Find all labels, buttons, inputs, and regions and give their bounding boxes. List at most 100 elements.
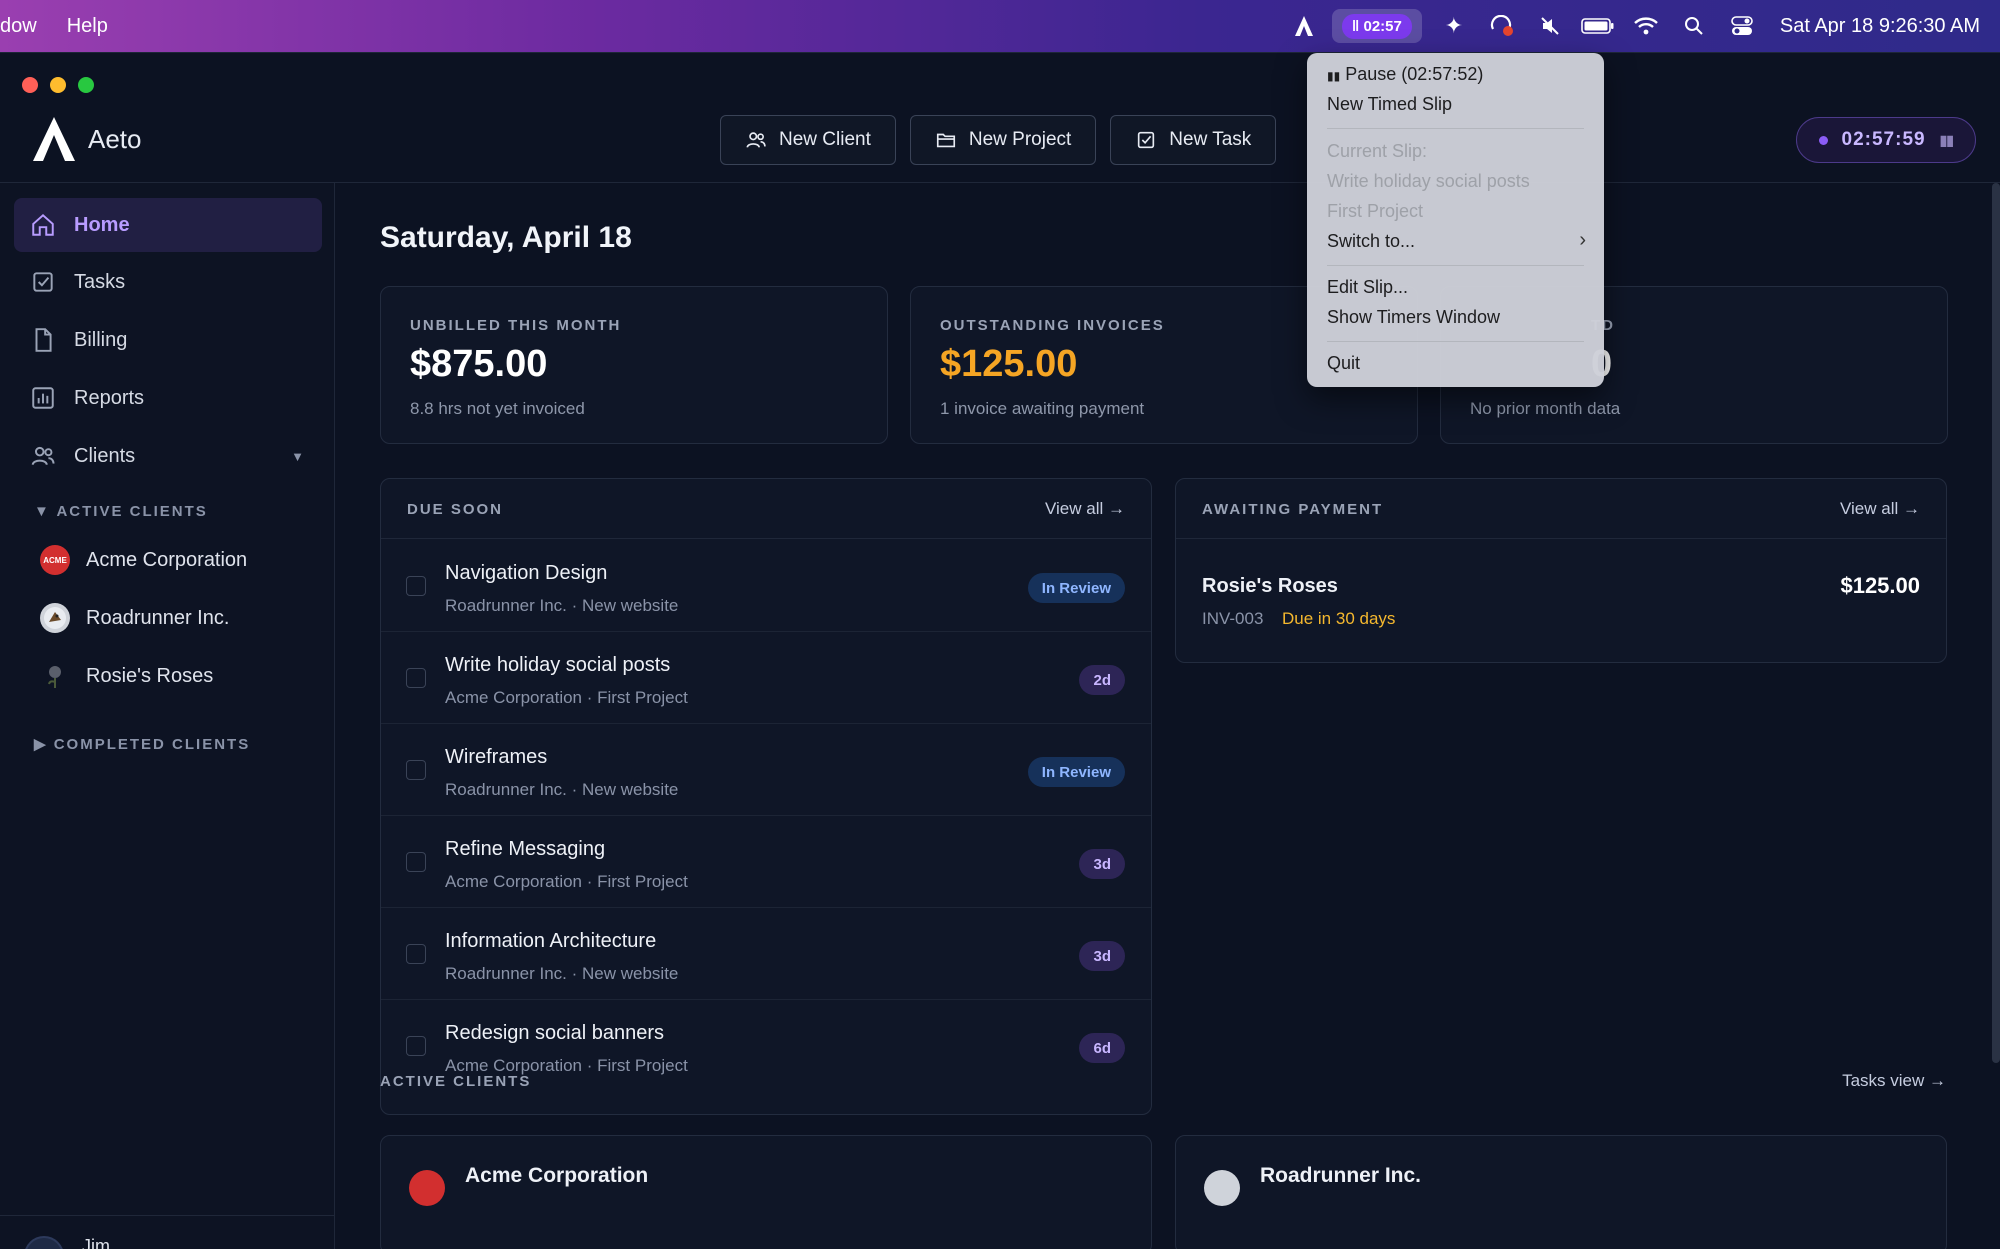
stat-value: $875.00 <box>410 343 548 385</box>
stat-label: UNBILLED THIS MONTH <box>410 317 622 334</box>
app-window: Aeto New Client New Project New Task 02:… <box>0 52 2000 1249</box>
search-icon[interactable] <box>1670 0 1718 52</box>
sidebar-item-label: Reports <box>74 386 145 409</box>
switch-to-menu-item[interactable]: Switch to... <box>1327 231 1415 252</box>
menu-window[interactable]: dow <box>0 15 37 38</box>
client-name: Roadrunner Inc. <box>86 606 230 629</box>
main-content: Saturday, April 18 UNBILLED THIS MONTH $… <box>336 183 1986 1249</box>
menubar-clock[interactable]: Sat Apr 18 9:26:30 AM <box>1780 15 1980 38</box>
close-window-button[interactable] <box>22 77 38 93</box>
window-controls <box>22 77 94 93</box>
sidebar-item-billing[interactable]: Billing <box>14 313 322 367</box>
pause-icon[interactable]: ▮▮ <box>1940 132 1954 149</box>
battery-icon[interactable] <box>1574 0 1622 52</box>
sidebar-item-reports[interactable]: Reports <box>14 371 322 425</box>
minimize-window-button[interactable] <box>50 77 66 93</box>
task-title: Information Architecture <box>445 930 657 952</box>
awaiting-payment-header: AWAITING PAYMENT View all → <box>1176 479 1946 539</box>
active-timer[interactable]: 02:57:59 ▮▮ <box>1795 117 1976 163</box>
checkbox-icon <box>1138 131 1155 149</box>
acme-logo-icon <box>409 1170 445 1206</box>
stat-label: OUTSTANDING INVOICES <box>940 317 1165 334</box>
awaiting-payment-panel: AWAITING PAYMENT View all → Rosie's Rose… <box>1175 478 1947 663</box>
menu-separator <box>1327 341 1584 342</box>
sparkle-icon[interactable]: ✦ <box>1430 0 1478 52</box>
task-meta: Roadrunner Inc. · New website <box>445 964 679 983</box>
client-card-acme[interactable]: Acme Corporation <box>380 1135 1152 1249</box>
active-clients-header[interactable]: ▼ ACTIVE CLIENTS <box>34 503 208 520</box>
menubar-timer[interactable]: ‖ 02:57 <box>1331 9 1422 43</box>
sidebar-client-acme[interactable]: ACME Acme Corporation <box>40 545 247 575</box>
stat-sub: No prior month data <box>1470 399 1621 418</box>
status-badge: In Review <box>1027 573 1125 603</box>
due-badge: 6d <box>1079 1033 1125 1063</box>
zoom-window-button[interactable] <box>78 77 94 93</box>
new-client-label: New Client <box>779 129 871 150</box>
avatar <box>24 1236 64 1249</box>
task-checkbox[interactable] <box>406 852 426 872</box>
mute-icon[interactable] <box>1526 0 1574 52</box>
main-scrollbar[interactable] <box>1992 183 2000 1063</box>
sidebar-item-home[interactable]: Home <box>14 198 322 252</box>
sidebar-client-rosies-roses[interactable]: Rosie's Roses <box>40 661 213 691</box>
pause-menu-label: Pause (02:57:52) <box>1345 64 1484 84</box>
task-row[interactable]: Refine Messaging Acme Corporation · Firs… <box>381 816 1151 908</box>
quit-menu-item[interactable]: Quit <box>1327 353 1360 374</box>
new-project-label: New Project <box>968 129 1072 150</box>
sidebar-item-tasks[interactable]: Tasks <box>14 255 322 309</box>
client-name: Rosie's Roses <box>86 664 214 687</box>
payment-client-name[interactable]: Rosie's Roses <box>1202 575 1338 598</box>
invoice-number[interactable]: INV-003 <box>1202 609 1263 629</box>
awaiting-payment-view-all-link[interactable]: View all → <box>1840 499 1920 519</box>
chart-icon <box>32 387 54 409</box>
task-row[interactable]: Wireframes Roadrunner Inc. · New website… <box>381 724 1151 816</box>
new-client-button[interactable]: New Client <box>720 115 896 165</box>
user-profile[interactable]: Jim <box>0 1215 335 1249</box>
task-row[interactable]: Navigation Design Roadrunner Inc. · New … <box>381 540 1151 632</box>
stat-sub: 8.8 hrs not yet invoiced <box>410 399 585 418</box>
roadrunner-logo-icon <box>1204 1170 1240 1206</box>
sync-icon[interactable] <box>1478 0 1526 52</box>
task-meta: Roadrunner Inc. · New website <box>445 596 679 615</box>
client-card-roadrunner[interactable]: Roadrunner Inc. <box>1175 1135 1947 1249</box>
pause-icon: ▮▮ <box>1327 69 1341 83</box>
task-checkbox[interactable] <box>406 576 426 596</box>
sidebar-item-label: Clients <box>74 444 136 467</box>
due-soon-view-all-link[interactable]: View all → <box>1045 499 1125 519</box>
new-task-button[interactable]: New Task <box>1110 115 1277 165</box>
client-card-name: Roadrunner Inc. <box>1260 1164 1422 1187</box>
awaiting-payment-title: AWAITING PAYMENT <box>1202 501 1384 518</box>
chevron-down-icon[interactable]: ▼ <box>291 449 304 464</box>
task-checkbox[interactable] <box>406 668 426 688</box>
task-title: Write holiday social posts <box>445 654 671 676</box>
menu-help[interactable]: Help <box>67 15 108 38</box>
task-row[interactable]: Information Architecture Roadrunner Inc.… <box>381 908 1151 1000</box>
aeto-icon[interactable] <box>1280 0 1328 52</box>
task-row[interactable]: Write holiday social posts Acme Corporat… <box>381 632 1151 724</box>
current-slip-task: Write holiday social posts <box>1327 171 1530 191</box>
tasks-view-link[interactable]: Tasks view → <box>1842 1071 1946 1091</box>
rose-logo-icon <box>40 661 70 691</box>
new-timed-slip-menu-item[interactable]: New Timed Slip <box>1327 94 1452 115</box>
control-center-icon[interactable] <box>1718 0 1766 52</box>
new-project-button[interactable]: New Project <box>909 115 1097 165</box>
roadrunner-logo-icon <box>40 603 70 633</box>
pause-menu-item[interactable]: ▮▮ Pause (02:57:52) <box>1327 64 1483 85</box>
wifi-icon[interactable] <box>1622 0 1670 52</box>
task-checkbox[interactable] <box>406 944 426 964</box>
current-slip-project: First Project <box>1327 201 1424 221</box>
checkbox-icon <box>33 272 53 292</box>
completed-clients-header[interactable]: ▶ COMPLETED CLIENTS <box>34 735 250 753</box>
task-checkbox[interactable] <box>406 760 426 780</box>
due-soon-header: DUE SOON View all → <box>381 479 1151 539</box>
stat-value: $125.00 <box>940 343 1078 385</box>
sidebar-item-label: Tasks <box>74 270 126 293</box>
sidebar-client-roadrunner[interactable]: Roadrunner Inc. <box>40 603 229 633</box>
show-timers-window-menu-item[interactable]: Show Timers Window <box>1327 307 1500 328</box>
task-checkbox[interactable] <box>406 1036 426 1056</box>
aeto-logo-icon <box>33 117 75 161</box>
invoice-due-status: Due in 30 days <box>1282 609 1396 628</box>
edit-slip-menu-item[interactable]: Edit Slip... <box>1327 277 1408 298</box>
menu-separator <box>1327 265 1584 266</box>
sidebar-item-clients[interactable]: Clients ▼ <box>14 429 322 483</box>
